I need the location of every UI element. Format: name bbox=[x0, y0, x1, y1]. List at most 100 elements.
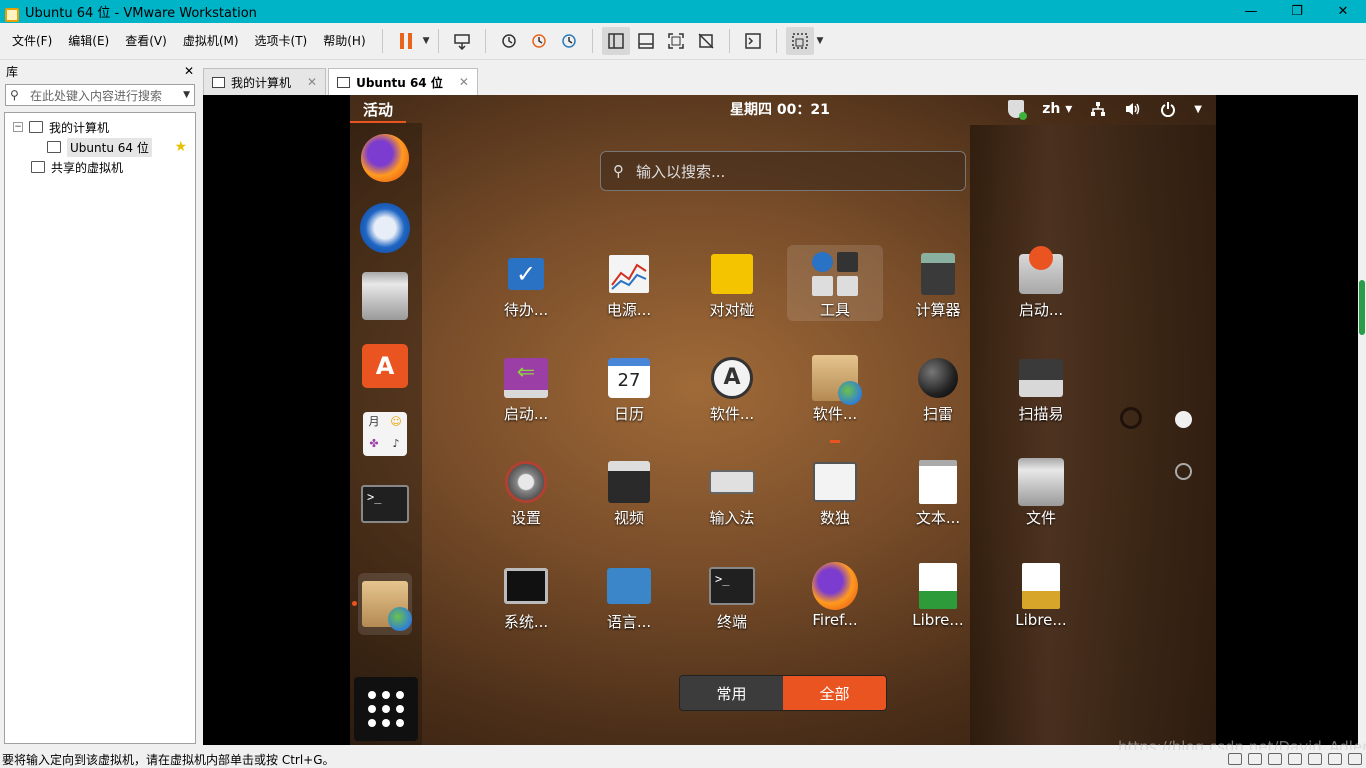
window-titlebar: Ubuntu 64 位 - VMware Workstation — ❐ ✕ bbox=[0, 0, 1366, 23]
app-calendar[interactable]: 27 日历 bbox=[581, 349, 677, 439]
tab-close-icon[interactable]: ✕ bbox=[459, 75, 469, 89]
app-language-support[interactable]: 语言... bbox=[581, 557, 677, 647]
input-method-indicator[interactable]: zh ▾ bbox=[1042, 101, 1072, 117]
close-window-button[interactable]: ✕ bbox=[1320, 0, 1366, 23]
app-todo[interactable]: ✓ 待办... bbox=[478, 245, 574, 335]
library-close-icon[interactable]: ✕ bbox=[184, 64, 194, 78]
tab-my-computer[interactable]: 我的计算机 ✕ bbox=[203, 68, 327, 95]
app-software-updater[interactable]: A 软件... bbox=[684, 349, 780, 439]
tab-all[interactable]: 全部 bbox=[783, 676, 886, 710]
autofit-button[interactable] bbox=[785, 27, 814, 55]
language-flag-icon bbox=[607, 568, 651, 604]
revert-snapshot-button[interactable] bbox=[525, 27, 553, 55]
menu-help[interactable]: 帮助(H) bbox=[315, 23, 373, 60]
tree-item-my-computer[interactable]: − 我的计算机 bbox=[5, 117, 195, 137]
app-files[interactable]: 文件 bbox=[993, 453, 1089, 543]
pause-dropdown-icon[interactable]: ▼ bbox=[423, 36, 430, 46]
fullscreen-button[interactable] bbox=[662, 27, 690, 55]
collapse-icon[interactable]: − bbox=[13, 122, 23, 132]
system-menu-dropdown-icon[interactable]: ▼ bbox=[1194, 104, 1202, 115]
app-utilities-folder[interactable]: 工具 bbox=[787, 245, 883, 321]
scrollbar-thumb[interactable] bbox=[1359, 280, 1365, 335]
tab-ubuntu-vm[interactable]: Ubuntu 64 位 ✕ bbox=[328, 68, 478, 95]
snapshot-manager-icon bbox=[561, 34, 576, 48]
app-mines[interactable]: 扫雷 bbox=[890, 349, 986, 439]
dock-software-updater[interactable] bbox=[358, 573, 412, 635]
app-simple-scan[interactable]: 扫描易 bbox=[993, 349, 1089, 439]
cd-rom-icon[interactable] bbox=[1248, 753, 1262, 765]
app-label: 扫描易 bbox=[1018, 405, 1064, 423]
snapshot-button[interactable] bbox=[495, 27, 523, 55]
security-shield-icon[interactable] bbox=[1008, 100, 1028, 120]
thumbnail-view-button[interactable] bbox=[632, 27, 660, 55]
ubuntu-search-input[interactable]: ⚲ 输入以搜索... bbox=[600, 151, 966, 191]
page-dot-1[interactable] bbox=[1175, 411, 1192, 428]
message-log-icon[interactable] bbox=[1348, 753, 1362, 765]
favorite-star-icon[interactable]: ★ bbox=[174, 139, 187, 155]
dock-firefox[interactable] bbox=[358, 131, 412, 185]
app-label: 电源... bbox=[606, 301, 652, 319]
dock-files[interactable] bbox=[358, 269, 412, 323]
tree-item-shared-vms[interactable]: 共享的虚拟机 bbox=[5, 157, 195, 177]
app-input-method[interactable]: 输入法 bbox=[684, 453, 780, 543]
network-adapter-icon[interactable] bbox=[1268, 753, 1282, 765]
app-firefox[interactable]: Firef... bbox=[787, 557, 883, 647]
send-ctrl-alt-del-button[interactable] bbox=[448, 27, 476, 55]
autofit-dropdown-icon[interactable]: ▼ bbox=[817, 36, 824, 46]
library-search-input[interactable]: ⚲ 在此处键入内容进行搜索 ▼ bbox=[5, 84, 195, 106]
app-settings[interactable]: 设置 bbox=[478, 453, 574, 543]
printer-icon[interactable] bbox=[1288, 753, 1302, 765]
menu-file[interactable]: 文件(F) bbox=[4, 23, 60, 60]
page-dot-2[interactable] bbox=[1175, 463, 1192, 480]
sound-card-icon[interactable] bbox=[1308, 753, 1322, 765]
network-icon[interactable] bbox=[1090, 101, 1106, 117]
power-icon[interactable] bbox=[1160, 101, 1176, 117]
snapshot-manager-button[interactable] bbox=[555, 27, 583, 55]
volume-icon[interactable] bbox=[1124, 101, 1142, 117]
clock[interactable]: 星期四 00：21 bbox=[730, 95, 830, 125]
activities-button[interactable]: 活动 bbox=[350, 95, 407, 123]
dock-software-center[interactable]: A bbox=[358, 339, 412, 393]
app-terminal[interactable]: >_ 终端 bbox=[684, 557, 780, 647]
dock-thunderbird[interactable] bbox=[358, 201, 412, 255]
startup-applications-icon: ⇐ bbox=[504, 358, 548, 398]
app-text-editor[interactable]: 文本... bbox=[890, 453, 986, 543]
app-power-statistics[interactable]: 电源... bbox=[581, 245, 677, 335]
menu-edit[interactable]: 编辑(E) bbox=[60, 23, 117, 60]
app-system-monitor[interactable]: 系统... bbox=[478, 557, 574, 647]
search-dropdown-icon[interactable]: ▼ bbox=[183, 90, 190, 100]
vm-icon bbox=[47, 141, 61, 153]
menu-vm[interactable]: 虚拟机(M) bbox=[175, 23, 247, 60]
app-startup-disk-creator[interactable]: 启动... bbox=[993, 245, 1089, 335]
app-sudoku[interactable]: 数独 bbox=[787, 453, 883, 543]
tab-close-icon[interactable]: ✕ bbox=[307, 75, 317, 89]
console-view-button[interactable] bbox=[739, 27, 767, 55]
dock-terminal[interactable]: >_ bbox=[358, 477, 412, 531]
vm-scrollbar[interactable] bbox=[1358, 95, 1366, 745]
minimize-button[interactable]: — bbox=[1228, 0, 1274, 23]
app-mahjongg[interactable]: 对对碰 bbox=[684, 245, 780, 335]
vmware-app-icon bbox=[5, 7, 19, 22]
camera-icon[interactable] bbox=[1328, 753, 1342, 765]
vm-console[interactable]: 活动 星期四 00：21 zh ▾ ▼ ⚲ 输入以搜索... A 月 ☺ ✤ ♪ >_ bbox=[203, 95, 1358, 745]
tab-frequent[interactable]: 常用 bbox=[680, 676, 783, 710]
app-videos[interactable]: 视频 bbox=[581, 453, 677, 543]
library-view-button[interactable] bbox=[601, 27, 630, 55]
menu-view[interactable]: 查看(V) bbox=[117, 23, 175, 60]
app-startup-applications[interactable]: ⇐ 启动... bbox=[478, 349, 574, 439]
unity-button[interactable] bbox=[692, 27, 720, 55]
app-label: 语言... bbox=[606, 613, 652, 631]
ubuntu-desktop[interactable]: 活动 星期四 00：21 zh ▾ ▼ ⚲ 输入以搜索... A 月 ☺ ✤ ♪ >_ bbox=[350, 95, 1216, 745]
show-applications-button[interactable] bbox=[354, 677, 418, 741]
app-calculator[interactable]: 计算器 bbox=[890, 245, 986, 335]
app-libreoffice-impress[interactable]: Libre... bbox=[993, 557, 1089, 647]
app-libreoffice-calc[interactable]: Libre... bbox=[890, 557, 986, 647]
menu-tabs[interactable]: 选项卡(T) bbox=[247, 23, 316, 60]
restore-button[interactable]: ❐ bbox=[1274, 0, 1320, 23]
tree-item-ubuntu-vm[interactable]: Ubuntu 64 位 ★ bbox=[5, 137, 195, 157]
dock-characters[interactable]: 月 ☺ ✤ ♪ bbox=[358, 407, 412, 461]
libreoffice-impress-icon bbox=[1022, 563, 1060, 609]
pause-button[interactable] bbox=[392, 27, 420, 55]
hard-disk-icon[interactable] bbox=[1228, 753, 1242, 765]
app-software-properties[interactable]: 软件... bbox=[787, 349, 883, 443]
